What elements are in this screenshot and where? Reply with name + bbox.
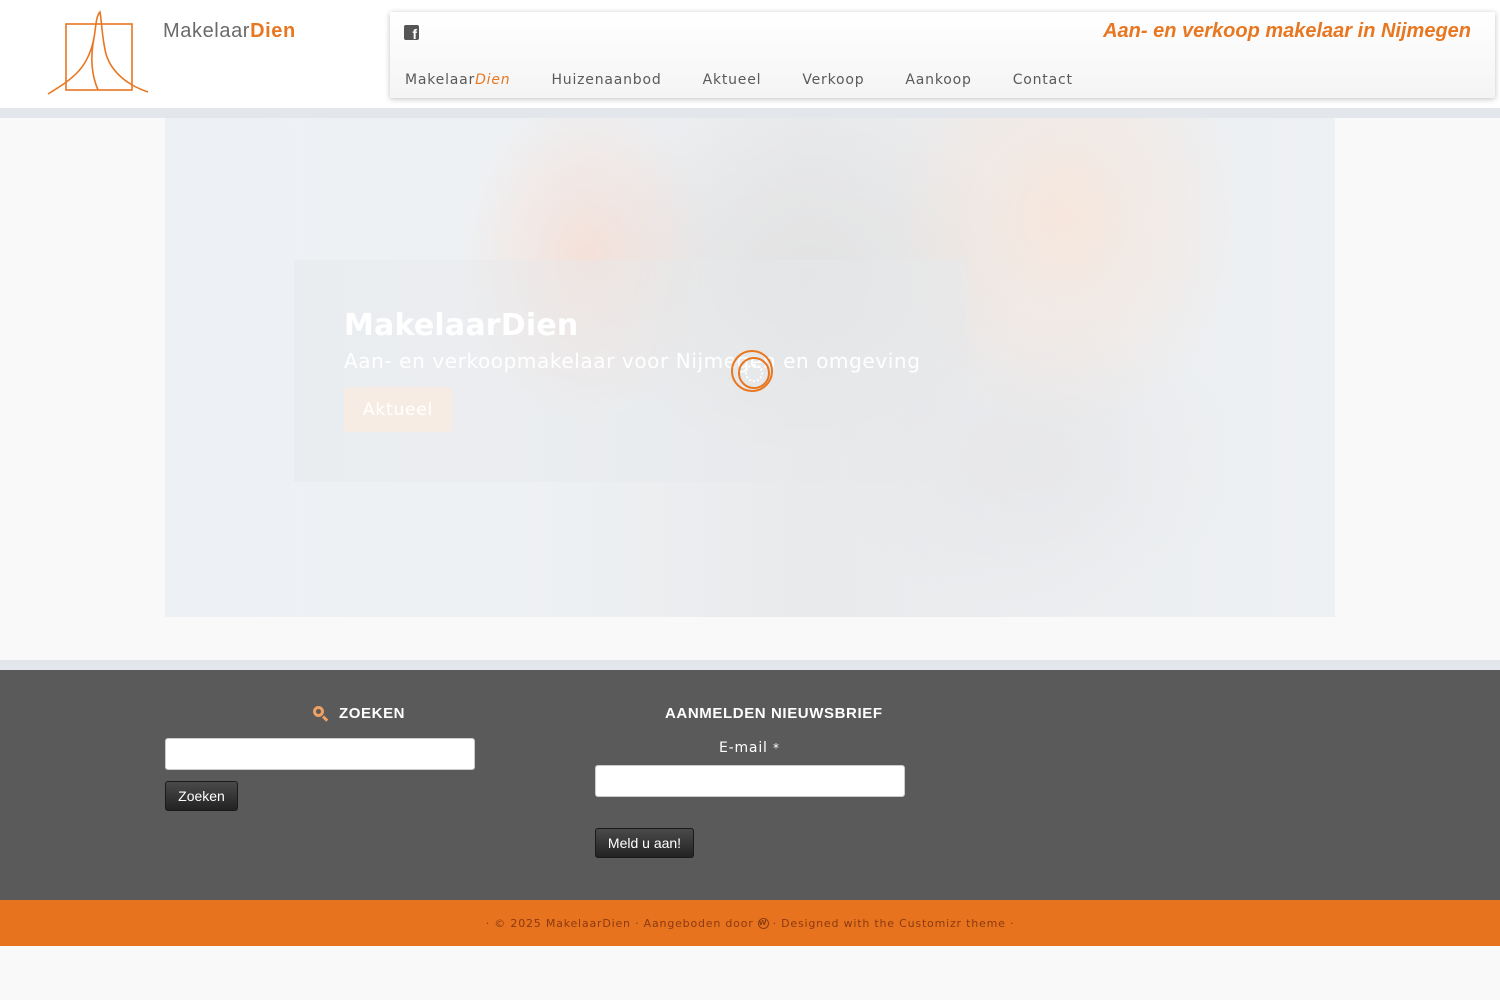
hero-subtitle: Aan- en verkoopmakelaar voor Nijmegen en… xyxy=(344,349,921,373)
required-mark: * xyxy=(772,741,780,755)
hero-slider[interactable]: MakelaarDien Aan- en verkoopmakelaar voo… xyxy=(165,118,1335,617)
wordpress-icon[interactable]: W xyxy=(757,917,769,929)
menu-item-makelaardien[interactable]: MakelaarDien xyxy=(405,72,510,88)
site-tagline: Aan- en verkoop makelaar in Nijmegen xyxy=(1103,20,1471,42)
menu-item-contact[interactable]: Contact xyxy=(1013,72,1073,88)
subscribe-button[interactable]: Meld u aan! xyxy=(595,828,694,858)
menu-item-aankoop[interactable]: Aankoop xyxy=(905,72,971,88)
facebook-icon[interactable]: f xyxy=(404,25,419,41)
menu-item-label: Makelaar xyxy=(405,72,476,88)
email-label-text: E-mail xyxy=(719,740,768,756)
copyright-before[interactable]: · © 2025 MakelaarDien · Aangeboden door xyxy=(486,917,754,930)
newsletter-widget-title: Aanmelden nieuwsbrief xyxy=(665,705,883,722)
menu-item-accent: Dien xyxy=(475,72,511,88)
navigation-box: f Aan- en verkoop makelaar in Nijmegen M… xyxy=(390,12,1495,98)
email-field[interactable] xyxy=(595,765,905,797)
menu-item-huizenaanbod[interactable]: Huizenaanbod xyxy=(551,72,661,88)
menu-item-aktueel[interactable]: Aktueel xyxy=(703,72,762,88)
copyright-bar: · © 2025 MakelaarDien · Aangeboden door … xyxy=(0,900,1500,946)
search-widget-label: Zoeken xyxy=(339,705,406,722)
logo-accent: Dien xyxy=(250,20,296,42)
search-button[interactable]: Zoeken xyxy=(165,781,238,811)
menu-item-verkoop[interactable]: Verkoop xyxy=(802,72,864,88)
header-divider xyxy=(0,108,1500,118)
search-input[interactable] xyxy=(165,738,475,770)
footer-widgets: Zoeken Zoeken Aanmelden nieuwsbrief E-ma… xyxy=(0,670,1500,900)
search-icon xyxy=(313,705,329,722)
logo-name: Makelaar xyxy=(163,20,251,42)
email-label: E-mail * xyxy=(719,740,780,756)
logo-mark[interactable] xyxy=(44,8,154,100)
hero-aktueel-button[interactable]: Aktueel xyxy=(344,387,452,432)
loading-spinner-icon xyxy=(731,350,773,392)
copyright-text: · © 2025 MakelaarDien · Aangeboden door … xyxy=(486,917,1015,930)
hero-title: MakelaarDien xyxy=(344,308,579,343)
copyright-after[interactable]: · Designed with the Customizr theme · xyxy=(773,917,1015,930)
search-widget-title: Zoeken xyxy=(313,705,405,722)
main-menu: MakelaarDien Huizenaanbod Aktueel Verkoo… xyxy=(405,72,1114,88)
site-header: MakelaarDien f Aan- en verkoop makelaar … xyxy=(0,0,1500,108)
logo-text[interactable]: MakelaarDien xyxy=(163,20,296,43)
footer-divider xyxy=(0,660,1500,670)
